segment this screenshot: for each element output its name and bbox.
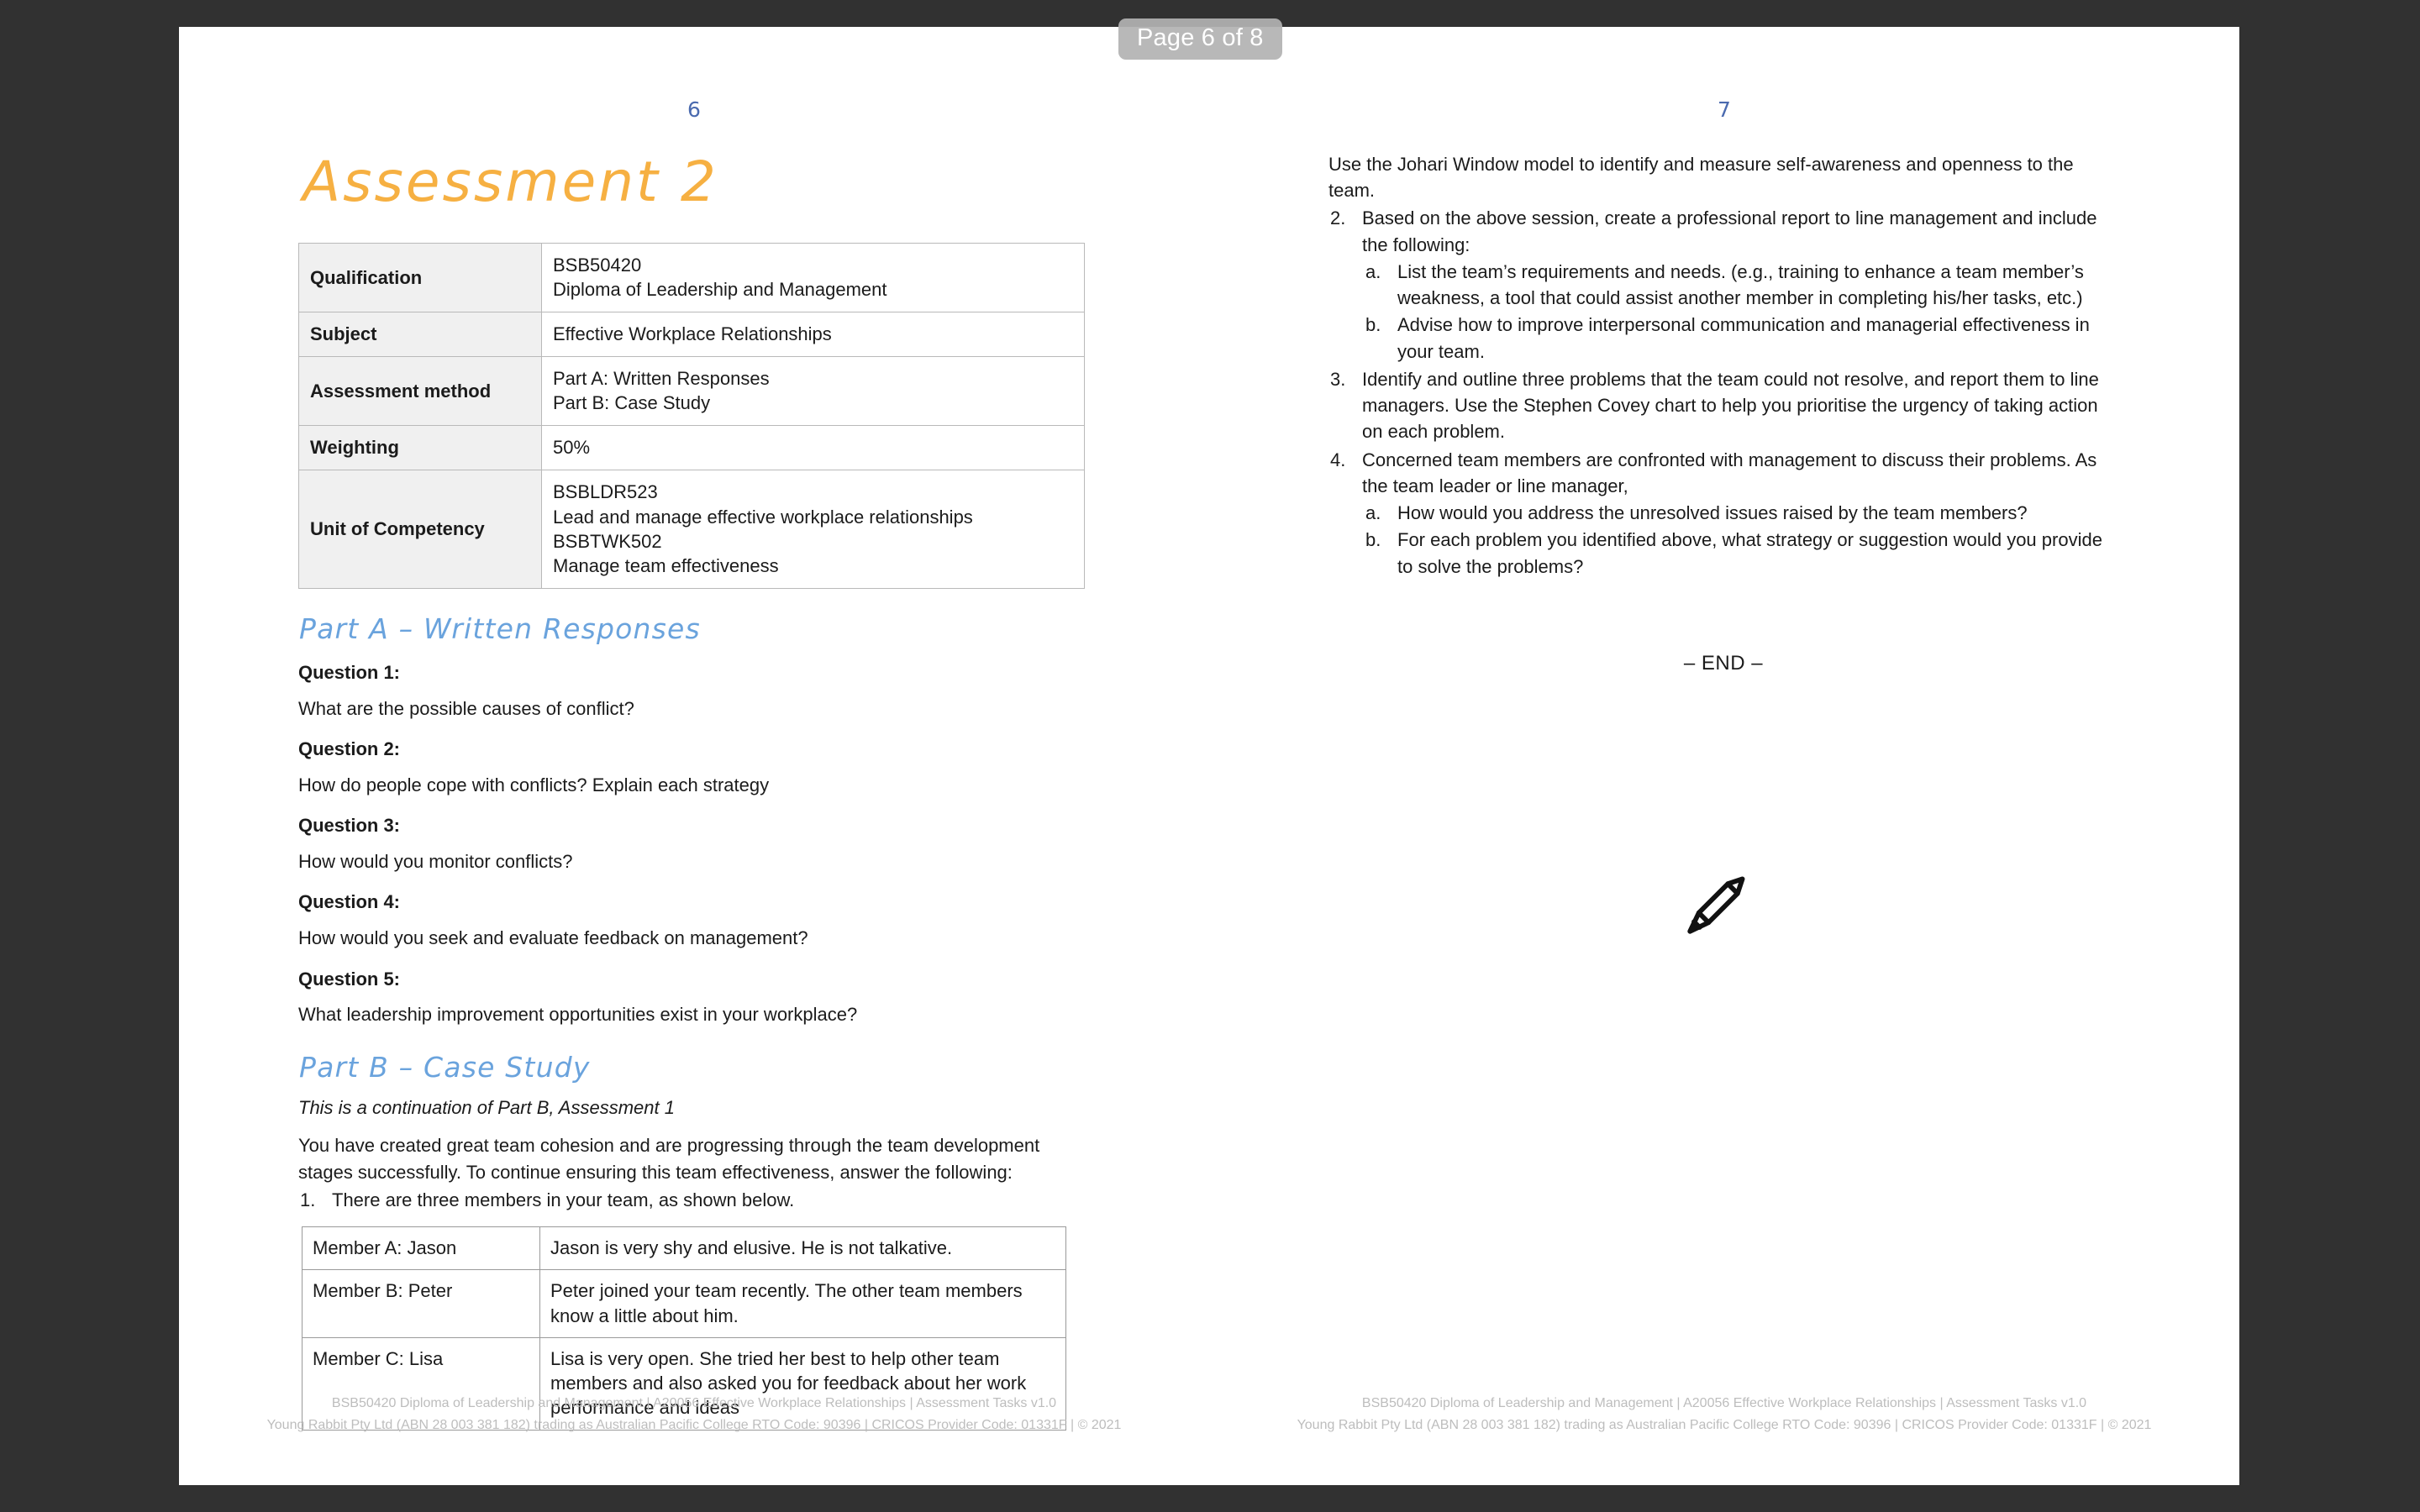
list-item-number: 2.: [1330, 207, 1346, 229]
info-row-value-line: Manage team effectiveness: [553, 554, 779, 576]
list-item-number: 1.: [300, 1189, 316, 1210]
info-row-value: Part A: Written Responses Part B: Case St…: [541, 356, 1085, 427]
assessment-info-table: Qualification BSB50420 Diploma of Leadersh…: [298, 243, 1085, 589]
list-item: 2. Based on the above session, create a p…: [1328, 205, 2118, 364]
table-row: Qualification BSB50420 Diploma of Leadersh…: [298, 243, 1085, 313]
info-row-value-line: Diploma of Leadership and Management: [553, 279, 887, 301]
page-folio-number: 7: [1718, 97, 1731, 122]
info-row-value-line: Effective Workplace Relationships: [553, 323, 832, 345]
info-row-value: BSB50420 Diploma of Leadership and Manage…: [541, 243, 1085, 313]
info-row-label: Assessment method: [298, 356, 542, 427]
member-description-cell: Jason is very shy and elusive. He is not…: [539, 1226, 1066, 1271]
part-b-continuation-note: This is a continuation of Part B, Assess…: [298, 1097, 675, 1119]
sub-list-item-number: b.: [1365, 529, 1381, 551]
footer-line-2: Young Rabbit Pty Ltd (ABN 28 003 381 182…: [1297, 1418, 2152, 1433]
list-item: 1. There are three members in your team,…: [298, 1187, 1088, 1213]
page-left-content: Assessment 2 Qualification BSB50420 Diplom…: [298, 153, 1088, 1431]
info-row-value-line: BSBTWK502: [553, 530, 662, 552]
page-right-content: Use the Johari Window model to identify …: [1328, 151, 2118, 675]
document-page-right: 7 Use the Johari Window model to identif…: [1209, 27, 2239, 1485]
list-item-text: There are three members in your team, as…: [332, 1189, 795, 1210]
list-item-text: Based on the above session, create a pro…: [1362, 207, 2097, 255]
question-text: How would you seek and evaluate feedback…: [298, 927, 808, 949]
part-b-intro: You have created great team cohesion and…: [298, 1135, 1040, 1183]
question-text: What leadership improvement opportunitie…: [298, 1004, 858, 1026]
footer-line-1: BSB50420 Diploma of Leadership and Manag…: [331, 1396, 1057, 1411]
question-label: Question 2:: [298, 738, 401, 760]
document-page-left: 6 Assessment 2 Qualification BSB50420 Dipl…: [179, 27, 1209, 1485]
part-b-heading: Part B – Case Study: [299, 1050, 591, 1084]
page-indicator-badge: Page 6 of 8: [1118, 18, 1282, 60]
sub-list-item-number: a.: [1365, 502, 1381, 524]
page-footer-right: BSB50420 Diploma of Leadership and Manag…: [1209, 1393, 2239, 1436]
info-row-value: 50%: [541, 425, 1085, 471]
sub-list-item-text: Advise how to improve interpersonal comm…: [1397, 314, 2090, 362]
part-a-question-list: Question 1: What are the possible causes …: [298, 661, 1088, 1027]
question-label: Question 1:: [298, 661, 401, 683]
list-item-text: Concerned team members are confronted wi…: [1362, 449, 2097, 496]
question-label: Question 3:: [298, 815, 401, 837]
sub-list-item: b. For each problem you identified above,…: [1362, 527, 2118, 579]
info-row-value-line: 50%: [553, 437, 591, 459]
table-row: Weighting 50%: [298, 425, 1085, 471]
sub-list-item-text: For each problem you identified above, w…: [1397, 529, 2102, 577]
footer-line-2: Young Rabbit Pty Ltd (ABN 28 003 381 182…: [266, 1418, 1122, 1433]
sub-list: a. List the team’s requirements and needs…: [1362, 259, 2118, 365]
info-row-value-line: BSBLDR523: [553, 481, 658, 503]
question-text: How would you monitor conflicts?: [298, 850, 573, 872]
member-name-cell: Member A: Jason: [302, 1226, 540, 1271]
info-row-value-line: Part A: Written Responses: [553, 368, 770, 390]
table-row: Member B: Peter Peter joined your team re…: [302, 1269, 1066, 1338]
info-row-label: Qualification: [298, 243, 542, 313]
info-row-value-line: BSB50420: [553, 255, 642, 276]
sub-list-item: a. How would you address the unresolved i…: [1362, 500, 2118, 526]
list-item: 3. Identify and outline three problems th…: [1328, 366, 2118, 445]
info-row-value-line: Part B: Case Study: [553, 392, 711, 414]
johari-lead-text: Use the Johari Window model to identify …: [1328, 154, 2074, 202]
member-description-cell: Peter joined your team recently. The oth…: [539, 1269, 1066, 1338]
footer-line-1: BSB50420 Diploma of Leadership and Manag…: [1361, 1396, 2087, 1411]
question-text: What are the possible causes of conflict…: [298, 697, 634, 719]
list-item-text: Identify and outline three problems that…: [1362, 368, 2099, 443]
list-item-number: 3.: [1330, 368, 1346, 390]
question-label: Question 5:: [298, 968, 401, 990]
info-row-label: Weighting: [298, 425, 542, 471]
info-row-value: Effective Workplace Relationships: [541, 312, 1085, 358]
sub-list-item-text: How would you address the unresolved iss…: [1397, 502, 2028, 524]
question-text: How do people cope with conflicts? Expla…: [298, 774, 770, 795]
part-a-heading: Part A – Written Responses: [299, 612, 701, 645]
pdf-viewer: Page 6 of 8 6 Assessment 2 Qualification…: [0, 0, 2420, 1512]
sub-list-item: a. List the team’s requirements and needs…: [1362, 259, 2118, 311]
info-row-label: Subject: [298, 312, 542, 358]
page-folio-number: 6: [687, 97, 701, 122]
task-item-list: 2. Based on the above session, create a p…: [1328, 205, 2118, 579]
question-label: Question 4:: [298, 891, 401, 913]
member-name-cell: Member B: Peter: [302, 1269, 540, 1338]
list-item-number: 4.: [1330, 449, 1346, 470]
info-row-value-line: Lead and manage effective workplace rela…: [553, 506, 973, 528]
part-b-item-list: 1. There are three members in your team,…: [298, 1187, 1088, 1213]
document-canvas: 6 Assessment 2 Qualification BSB50420 Dipl…: [179, 27, 2239, 1485]
page-title: Assessment 2: [302, 150, 718, 214]
table-row: Subject Effective Workplace Relationships: [298, 312, 1085, 358]
sub-list: a. How would you address the unresolved i…: [1362, 500, 2118, 580]
sub-list-item: b. Advise how to improve interpersonal co…: [1362, 312, 2118, 364]
table-row: Unit of Competency BSBLDR523 Lead and mana…: [298, 470, 1085, 589]
table-row: Assessment method Part A: Written Respons…: [298, 356, 1085, 427]
info-row-value: BSBLDR523 Lead and manage effective workp…: [541, 470, 1085, 589]
sub-list-item-number: a.: [1365, 260, 1381, 282]
info-row-label: Unit of Competency: [298, 470, 542, 589]
list-item: 4. Concerned team members are confronted …: [1328, 447, 2118, 580]
page-footer-left: BSB50420 Diploma of Leadership and Manag…: [179, 1393, 1209, 1436]
table-row: Member A: Jason Jason is very shy and elu…: [302, 1226, 1066, 1271]
sub-list-item-text: List the team’s requirements and needs. …: [1397, 260, 2084, 309]
end-marker: – END –: [1683, 651, 1764, 675]
sub-list-item-number: b.: [1365, 314, 1381, 336]
